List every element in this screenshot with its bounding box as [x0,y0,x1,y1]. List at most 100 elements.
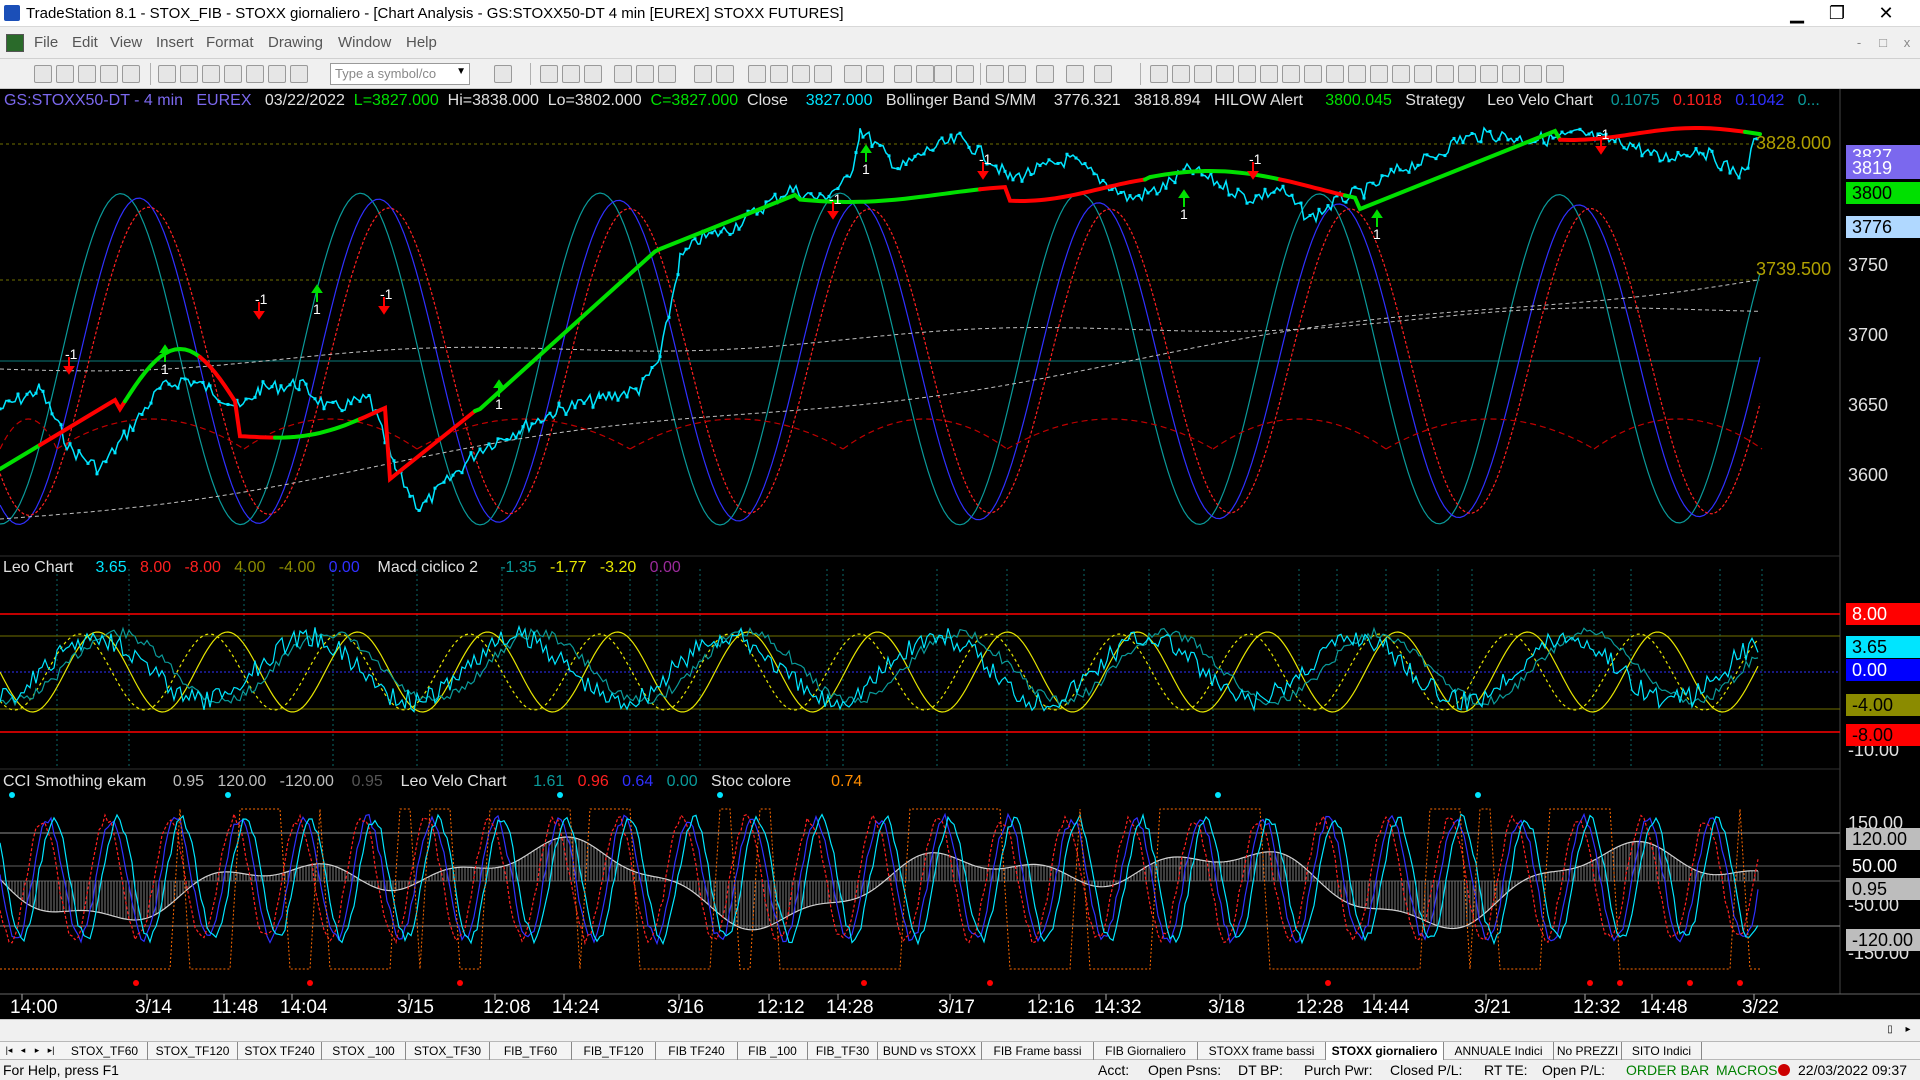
rectangle-tool-icon[interactable] [1524,65,1542,83]
format-icon[interactable] [1036,65,1054,83]
ray-icon[interactable] [1304,65,1322,83]
workspace-tab[interactable]: STOX TF240 [238,1042,322,1060]
indicator-icon[interactable] [658,65,676,83]
zoom-out-icon[interactable] [866,65,884,83]
arrow-tool-icon[interactable] [1414,65,1432,83]
macros-button[interactable]: MACROS [1716,1062,1777,1078]
workspace-tab[interactable]: FIB Frame bassi [982,1042,1094,1060]
restore-button[interactable]: ❐ [1817,0,1857,27]
move-left-icon[interactable] [894,65,912,83]
mdi-close-button[interactable]: x [1896,33,1918,53]
fibonacci-icon[interactable] [1260,65,1278,83]
menu-window[interactable]: Window [338,34,391,51]
workspace-tab[interactable]: FIB_TF60 [490,1042,572,1060]
workspace-tab[interactable]: STOX_TF120 [148,1042,238,1060]
trade-icon[interactable] [1066,65,1084,83]
matrix-icon[interactable] [584,65,602,83]
workspace-tab[interactable]: FIB_TF30 [808,1042,878,1060]
workspace-tab[interactable]: FIB TF240 [656,1042,738,1060]
menu-edit[interactable]: Edit [72,34,98,51]
multi-window-icon[interactable] [716,65,734,83]
vertical-line-icon[interactable] [1172,65,1190,83]
arrow-down-tool-icon[interactable] [1458,65,1476,83]
pointer-icon[interactable] [986,65,1004,83]
close-button[interactable]: ✕ [1862,0,1910,27]
mdi-minimize-button[interactable]: - [1848,33,1870,53]
andrews-icon[interactable] [1282,65,1300,83]
print-icon[interactable] [158,65,176,83]
workspace-tab[interactable]: STOXX frame bassi [1198,1042,1326,1060]
open-icon[interactable] [56,65,74,83]
menu-file[interactable]: File [34,34,58,51]
tab-first-icon[interactable]: |◂ [2,1043,16,1058]
lock-icon[interactable] [246,65,264,83]
arc-icon[interactable] [1370,65,1388,83]
chart-analysis-window[interactable]: -1 1 -1 1 -1 1 -1 1 -1 1 -1 1 -1 3750 3700 3650 3600 3828… [0,89,1920,1019]
menu-format[interactable]: Format [206,34,254,51]
save-all-icon[interactable] [78,65,96,83]
scroll-thumb-icon[interactable]: ▯ [1882,1022,1898,1038]
symbol-lookup-icon[interactable] [494,65,512,83]
scroll-right-icon[interactable]: ▸ [1900,1022,1916,1038]
regression-icon[interactable] [1348,65,1366,83]
ellipse-tool-icon[interactable] [1502,65,1520,83]
gann-icon[interactable] [1238,65,1256,83]
speed-lines-icon[interactable] [1326,65,1344,83]
arrow-up-tool-icon[interactable] [1480,65,1498,83]
tab-last-icon[interactable]: ▸| [44,1043,58,1058]
tools-icon[interactable] [268,65,286,83]
tab-next-icon[interactable]: ▸ [30,1043,44,1058]
tab-prev-icon[interactable]: ◂ [16,1043,30,1058]
copy-icon[interactable] [224,65,242,83]
chart-type-icon[interactable] [792,65,810,83]
workspace-tab[interactable]: STOXX giornaliero [1326,1042,1444,1060]
chart-canvas[interactable]: -1 1 -1 1 -1 1 -1 1 -1 1 -1 1 -1 3750 3700 3650 3600 3828… [0,89,1920,1019]
horizontal-line-icon[interactable] [1194,65,1212,83]
radar-screen-icon[interactable] [562,65,580,83]
menu-drawing[interactable]: Drawing [268,34,323,51]
cut-icon[interactable] [202,65,220,83]
folder-icon[interactable] [122,65,140,83]
workspace-tab[interactable]: FIB _100 [738,1042,808,1060]
window-icon[interactable] [694,65,712,83]
paint-icon[interactable] [290,65,308,83]
chart-window-icon[interactable] [540,65,558,83]
workspace-tab[interactable]: BUND vs STOXX [878,1042,982,1060]
print-preview-icon[interactable] [180,65,198,83]
candlestick-icon[interactable] [770,65,788,83]
workspace-tab[interactable]: ANNUALE Indici [1444,1042,1554,1060]
symbol-input[interactable]: Type a symbol/co ▼ [330,63,470,85]
chart-document-icon[interactable] [6,34,24,52]
alert-icon[interactable] [1094,65,1112,83]
bar-chart-icon[interactable] [614,65,632,83]
workspace-tab[interactable]: FIB_TF120 [572,1042,656,1060]
mdi-restore-button[interactable]: □ [1872,33,1894,53]
horizontal-scrollbar[interactable]: ▯ ▸ [0,1019,1920,1041]
pen-icon[interactable] [1392,65,1410,83]
play-icon[interactable] [474,65,492,83]
move-right-icon[interactable] [916,65,934,83]
workspace-tab[interactable]: STOX _100 [322,1042,406,1060]
trendline-icon[interactable] [1150,65,1168,83]
workspace-tab[interactable]: No PREZZI [1554,1042,1622,1060]
workspace-icon[interactable] [100,65,118,83]
crosshair-icon[interactable] [1008,65,1026,83]
text-tool-icon[interactable] [1546,65,1564,83]
zoom-in-icon[interactable] [844,65,862,83]
workspace-tab[interactable]: STOX_TF60 [62,1042,148,1060]
order-bar-button[interactable]: ORDER BAR [1626,1062,1709,1078]
analysis-icon[interactable] [748,65,766,83]
hand-icon[interactable] [1436,65,1454,83]
new-icon[interactable] [34,65,52,83]
channel-icon[interactable] [1216,65,1234,83]
minimize-button[interactable]: ▁ [1777,0,1817,27]
chevron-down-icon[interactable]: ▼ [456,66,466,77]
menu-insert[interactable]: Insert [156,34,194,51]
workspace-tab[interactable]: FIB Giornaliero [1094,1042,1198,1060]
menu-help[interactable]: Help [406,34,437,51]
zoom-out-2-icon[interactable] [956,65,974,83]
workspace-tab[interactable]: SITO Indici [1622,1042,1702,1060]
workspace-tab[interactable]: STOX_TF30 [406,1042,490,1060]
insert-bar-icon[interactable] [814,65,832,83]
zoom-icon[interactable] [934,65,952,83]
